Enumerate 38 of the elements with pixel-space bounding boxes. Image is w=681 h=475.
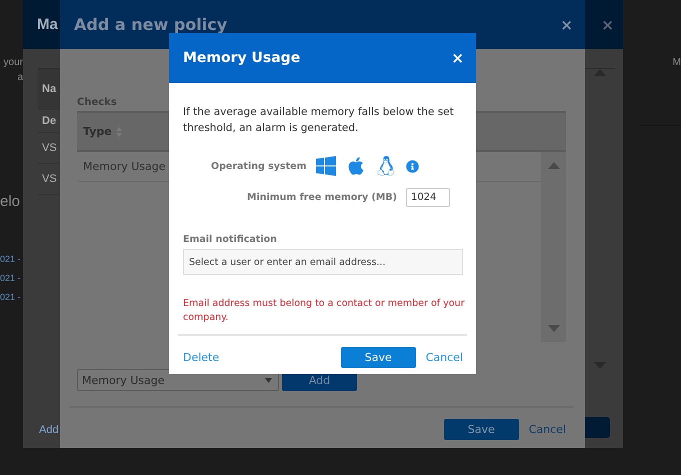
close-button[interactable]: × [560,16,573,34]
column-header[interactable]: Type [83,125,112,138]
error-message: Email address must belong to a contact or member of your company. [183,297,466,325]
dialog-title: Memory Usage [183,50,300,66]
dialog-title: Ma [37,16,58,33]
scroll-up-icon[interactable] [548,162,560,169]
close-button[interactable]: × [451,49,464,67]
date-link[interactable]: 021 - [0,273,21,283]
os-label: Operating system [211,160,306,172]
cancel-link[interactable]: Cancel [528,423,566,436]
date-link[interactable]: 021 - [0,254,21,264]
field-label: Minimum free memory (MB) [247,192,397,203]
close-button[interactable]: × [601,16,614,34]
field-label: Email notification [183,234,278,245]
save-button[interactable]: Save [444,419,519,440]
add-link[interactable]: Add [39,424,59,436]
page-text: your [4,56,23,70]
windows-icon[interactable] [316,156,336,176]
scroll-down-icon[interactable] [548,325,560,332]
scrollbar[interactable] [541,152,566,342]
apple-icon[interactable] [346,156,366,176]
dialog-button[interactable] [583,417,610,438]
page-heading: elo [0,193,20,210]
page-text: a [17,71,23,85]
info-icon[interactable] [406,160,420,172]
description-text: If the average available memory falls below the set threshold, an alarm is generated. [183,105,455,136]
cancel-link[interactable]: Cancel [426,351,463,364]
delete-link[interactable]: Delete [183,351,220,364]
caret-icon[interactable] [265,378,272,382]
dialog-title: Add a new policy [74,15,228,34]
column-header: Na [38,69,60,110]
memory-input[interactable]: 1024 [406,188,450,207]
page-text: M [672,56,681,70]
email-input[interactable]: Select a user or enter an email address... [183,249,463,275]
save-button[interactable]: Save [340,347,416,368]
penguin-icon[interactable] [376,156,396,176]
section-label: Checks [77,97,118,108]
date-link[interactable]: 021 - [0,292,21,302]
